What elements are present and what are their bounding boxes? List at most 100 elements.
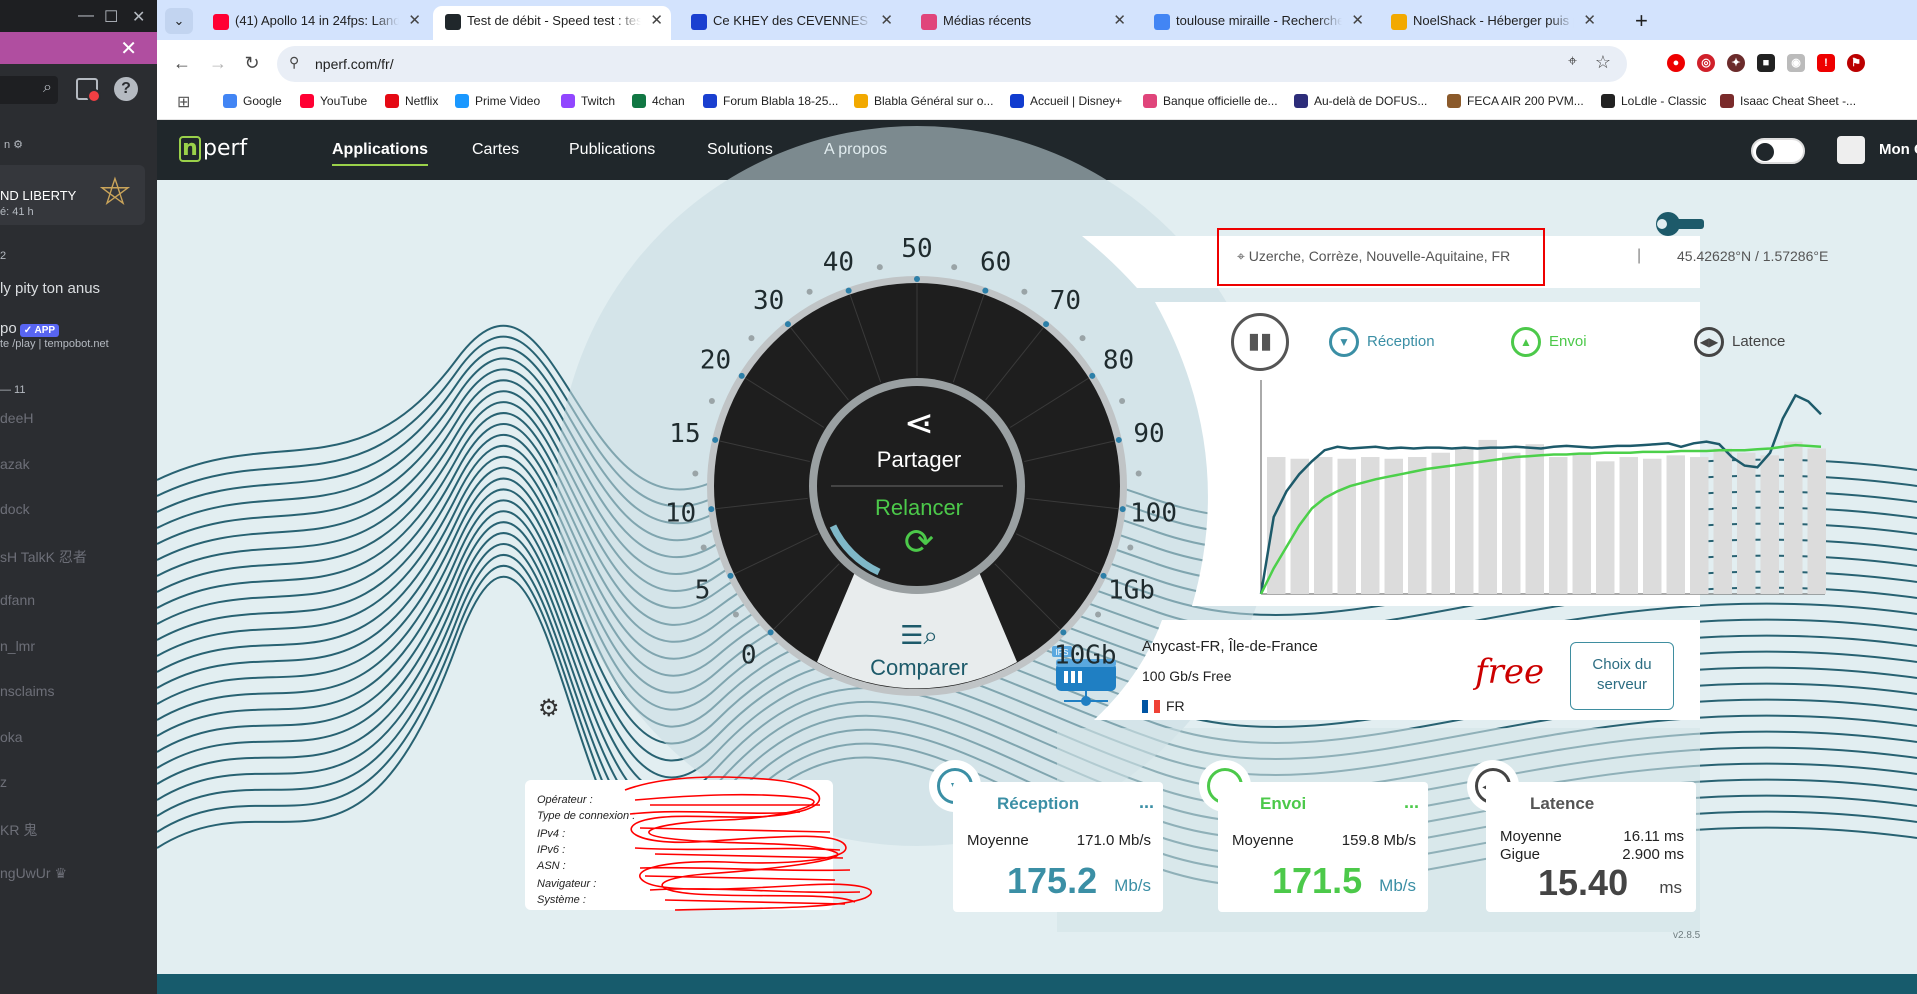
compare-button[interactable]: Comparer <box>847 655 991 681</box>
member-item[interactable]: nsclaims <box>0 683 54 699</box>
coordinates: 45.42628°N / 1.57286°E <box>1677 248 1829 264</box>
extension-icon[interactable]: ✦ <box>1727 54 1745 72</box>
forward-button[interactable]: → <box>205 50 231 76</box>
extension-icon[interactable]: ● <box>1667 54 1685 72</box>
compare-icon[interactable]: ☰⌕ <box>857 620 981 652</box>
bookmark-item[interactable]: Google <box>223 94 282 108</box>
gauge-tick-label: 100 <box>1130 499 1177 529</box>
close-tab-icon[interactable]: ✕ <box>650 6 663 36</box>
close-tab-icon[interactable]: ✕ <box>1351 6 1364 36</box>
reload-button[interactable]: ↻ <box>239 50 265 76</box>
member-item[interactable]: oka <box>0 729 23 745</box>
gauge-tick-label: 80 <box>1103 345 1134 375</box>
tab[interactable]: Médias récents ✕ <box>909 6 1134 40</box>
legend-latency[interactable]: ◀▶ Latence <box>1694 327 1785 357</box>
restart-button[interactable]: Relancer <box>857 495 981 521</box>
bookmark-favicon-icon <box>561 94 575 108</box>
chart-type-button[interactable]: ▮▮ <box>1231 313 1297 371</box>
extension-icon[interactable]: ! <box>1817 54 1835 72</box>
wrench-icon[interactable] <box>1654 206 1706 242</box>
tab[interactable]: (41) Apollo 14 in 24fps: Landing ✕ <box>201 6 429 40</box>
bookmark-item[interactable]: Prime Video <box>455 94 540 108</box>
bookmark-item[interactable]: FECA AIR 200 PVM... <box>1447 94 1584 108</box>
reception-title: Réception <box>997 794 1080 813</box>
settings-gear-icon[interactable]: ⚙ <box>538 694 560 723</box>
latency-icon: ◀▶ <box>1694 327 1724 357</box>
close-tab-icon[interactable]: ✕ <box>408 6 421 36</box>
member-item[interactable]: deeH <box>0 410 33 426</box>
member-item[interactable]: dock <box>0 501 30 517</box>
discord-search-row: ⌕ ? <box>0 72 157 112</box>
member-item[interactable]: ngUwUr ♛ <box>0 865 67 882</box>
gauge-tick-marker <box>708 506 715 513</box>
close-icon[interactable]: ✕ <box>120 36 137 61</box>
bookmark-favicon-icon <box>455 94 469 108</box>
bookmark-favicon-icon <box>1294 94 1308 108</box>
share-button[interactable]: Partager <box>857 447 981 473</box>
tab-search-button[interactable]: ⌄ <box>165 8 193 34</box>
bookmark-item[interactable]: Forum Blabla 18-25... <box>703 94 838 108</box>
share-icon[interactable]: ⋖ <box>867 402 971 444</box>
location-pin-icon[interactable]: ⌖ <box>1568 53 1577 71</box>
chart-bar <box>1408 457 1427 594</box>
close-tab-icon[interactable]: ✕ <box>1113 6 1126 36</box>
camera-icon[interactable]: ◉ <box>1787 54 1805 72</box>
extension-icon[interactable]: ⚑ <box>1847 54 1865 72</box>
address-bar[interactable]: ⚲ nperf.com/fr/ ⌖ ☆ <box>277 46 1627 82</box>
latency-big-value: 15.40 <box>1538 862 1629 903</box>
bookmark-item[interactable]: Netflix <box>385 94 438 108</box>
close-tab-icon[interactable]: ✕ <box>880 6 893 36</box>
gauge-dot <box>748 335 755 342</box>
reception-more-button[interactable]: ... <box>1139 792 1154 813</box>
app-badge: ✓ APP <box>19 324 60 337</box>
member-item[interactable]: z <box>0 774 7 790</box>
bookmark-favicon-icon <box>223 94 237 108</box>
gauge-tick-marker <box>845 287 852 294</box>
member-item[interactable]: dfann <box>0 592 35 608</box>
close-tab-icon[interactable]: ✕ <box>1583 6 1596 36</box>
bookmark-star-icon[interactable]: ☆ <box>1595 52 1611 73</box>
new-tab-button[interactable]: + <box>1635 8 1648 34</box>
site-info-icon[interactable]: ⚲ <box>289 54 299 71</box>
extension-icon[interactable]: ■ <box>1757 54 1775 72</box>
minimize-button[interactable]: — <box>78 7 94 25</box>
back-button[interactable]: ← <box>169 50 195 76</box>
member-item[interactable]: n_lmr <box>0 638 35 654</box>
bookmark-item[interactable]: Au-delà de DOFUS... <box>1294 94 1427 108</box>
bookmark-item[interactable]: 4chan <box>632 94 685 108</box>
legend-reception[interactable]: ▼ Réception <box>1329 327 1435 357</box>
gauge-tick-marker <box>1115 436 1122 443</box>
bookmark-item[interactable]: Accueil | Disney+ <box>1010 94 1122 108</box>
gauge-tick-marker <box>982 287 989 294</box>
upload-more-button[interactable]: ... <box>1404 792 1419 813</box>
inbox-icon[interactable] <box>76 78 101 103</box>
extension-icon[interactable]: ◎ <box>1697 54 1715 72</box>
tab[interactable]: toulouse miraille - Recherche G ✕ <box>1142 6 1372 40</box>
bookmark-item[interactable]: YouTube <box>300 94 367 108</box>
member-item[interactable]: KR 鬼 <box>0 820 37 840</box>
apps-grid-icon[interactable]: ⊞ <box>177 92 190 112</box>
bookmark-item[interactable]: Twitch <box>561 94 615 108</box>
tab[interactable]: Ce KHEY des CEVENNES qui TU ✕ <box>679 6 901 40</box>
bookmark-item[interactable]: Isaac Cheat Sheet -... <box>1720 94 1856 108</box>
help-icon[interactable]: ? <box>114 77 138 101</box>
discord-search-input[interactable]: ⌕ <box>0 76 58 104</box>
bookmark-item[interactable]: LoLdle - Classic <box>1601 94 1706 108</box>
member-item[interactable]: sH TalkK 忍者 <box>0 547 87 567</box>
close-window-button[interactable]: ✕ <box>132 7 145 27</box>
chart-bar <box>1455 448 1474 594</box>
member-item[interactable]: azak <box>0 456 30 472</box>
tab[interactable]: NoelShack - Héberger puis part ✕ <box>1379 6 1604 40</box>
choose-server-button[interactable]: Choix du serveur <box>1570 642 1674 710</box>
tab-title: Médias récents <box>943 13 1032 28</box>
legend-upload[interactable]: ▲ Envoi <box>1511 327 1587 357</box>
bookmark-item[interactable]: Blabla Général sur o... <box>854 94 993 108</box>
restart-icon[interactable]: ⟳ <box>857 521 981 563</box>
maximize-button[interactable]: ☐ <box>104 7 118 27</box>
tab[interactable]: Test de débit - Speed test : test ✕ <box>433 6 671 40</box>
bookmark-item[interactable]: Banque officielle de... <box>1143 94 1278 108</box>
bot-member[interactable]: po ✓ APP <box>0 320 60 337</box>
channel-item[interactable]: ly pity ton anus <box>0 280 100 297</box>
bookmark-favicon-icon <box>1601 94 1615 108</box>
version-label: v2.8.5 <box>1673 930 1701 941</box>
